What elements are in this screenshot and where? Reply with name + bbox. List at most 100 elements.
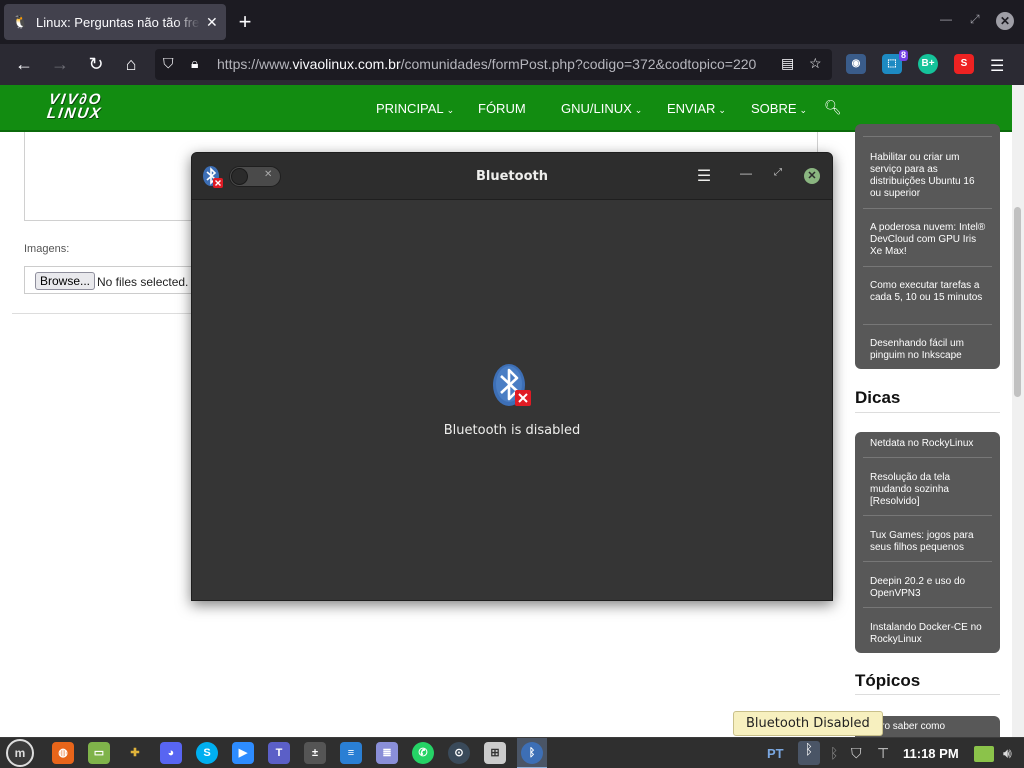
mint-menu-icon[interactable]: m	[6, 739, 34, 767]
bluetooth-app-icon[interactable]: ᛒ	[521, 742, 543, 764]
dicas-card: Netdata no RockyLinux Resolução da tela …	[855, 432, 1000, 653]
article-link[interactable]: Habilitar ou criar um serviço para as di…	[870, 152, 988, 200]
calculator-icon[interactable]: ±	[304, 742, 326, 764]
extension-s-icon[interactable]: S	[954, 54, 974, 74]
scrollbar-thumb[interactable]	[1014, 207, 1021, 397]
browser-tab-bar: 🐧 Linux: Perguntas não tão frequentes ✕ …	[0, 0, 1024, 44]
bluetooth-tray-icon[interactable]: ᛒ	[798, 741, 820, 765]
card-divider	[863, 324, 992, 325]
lock-icon[interactable]: 🔒︎	[191, 55, 198, 72]
tab-title: Linux: Perguntas não tão frequentes	[36, 14, 200, 30]
logo-line2: LINUX	[45, 105, 104, 122]
grammarly-icon[interactable]: B+	[918, 54, 938, 74]
window-title: Bluetooth	[476, 169, 548, 184]
skype-icon[interactable]: S	[196, 742, 218, 764]
url-path: /comunidades/formPost.php?codigo=372&cod…	[400, 56, 757, 72]
shield-icon[interactable]: ⛉	[163, 55, 174, 72]
maximize-icon[interactable]: ⤢	[774, 167, 782, 178]
bluetooth-secondary-tray-icon[interactable]: ᛒ	[830, 745, 838, 761]
close-button[interactable]: ✕	[804, 168, 820, 184]
file-input[interactable]: Browse... No files selected.	[24, 266, 194, 294]
taskbar: m ◍ ▭ ✚ ◕ S ▶ T ± ≡ ≣ ✆ ⊙ ⊞ ᛒ PT ᛒ ᛒ ⛉ ⊤…	[0, 737, 1024, 768]
app-grid-icon[interactable]: ⊞	[484, 742, 506, 764]
url-domain: vivaolinux.com.br	[292, 56, 401, 72]
dica-link[interactable]: Deepin 20.2 e uso do OpenVPN3	[870, 576, 988, 600]
bluetooth-window: ✕ Bluetooth ☰ — ⤢ ✕ Bluetooth is disable…	[191, 152, 833, 601]
reader-view-icon[interactable]: ▤	[781, 55, 794, 72]
shield-tray-icon[interactable]: ⛉	[851, 745, 862, 762]
nav-label: ENVIAR	[667, 101, 716, 116]
firefox-icon[interactable]: ◍	[52, 742, 74, 764]
url-bar[interactable]: ⛉ 🔒︎ https://www.vivaolinux.com.br/comun…	[155, 49, 832, 80]
teams-icon[interactable]: T	[268, 742, 290, 764]
dica-link[interactable]: Netdata no RockyLinux	[870, 438, 988, 450]
card-divider	[863, 561, 992, 562]
minimize-icon[interactable]: —	[740, 166, 752, 180]
browser-nav-bar: ← → ↻ ⌂ ⛉ 🔒︎ https://www.vivaolinux.com.…	[0, 44, 1024, 85]
card-divider	[863, 266, 992, 267]
whatsapp-icon[interactable]: ✆	[412, 742, 434, 764]
chevron-down-icon: ⌄	[799, 105, 808, 115]
article-link[interactable]: A poderosa nuvem: Intel® DevCloud com GP…	[870, 222, 988, 258]
dica-link[interactable]: Tux Games: jogos para seus filhos pequen…	[870, 530, 988, 554]
reload-button[interactable]: ↻	[84, 53, 108, 77]
nav-sobre[interactable]: SOBRE ⌄	[751, 101, 807, 116]
dica-link[interactable]: Resolução da tela mudando sozinha [Resol…	[870, 472, 988, 508]
article-link[interactable]: Desenhando fácil um pinguim no Inkscape	[870, 338, 988, 362]
tab-close-icon[interactable]: ✕	[206, 14, 218, 31]
nav-label: SOBRE	[751, 101, 797, 116]
desktop-icon[interactable]	[974, 746, 994, 762]
card-divider	[863, 457, 992, 458]
discord-icon[interactable]: ◕	[160, 742, 182, 764]
site-logo[interactable]: VIV∂O LINUX	[45, 91, 122, 122]
chevron-down-icon: ⌄	[634, 105, 643, 115]
steam-icon[interactable]: ⊙	[448, 742, 470, 764]
extension-badge-icon[interactable]: ⬚ 8	[882, 50, 908, 74]
nav-forum[interactable]: FÓRUM	[478, 101, 526, 116]
search-icon[interactable]: 🔍︎	[824, 99, 842, 116]
back-button[interactable]: ←	[12, 53, 36, 77]
new-tab-button[interactable]: +	[234, 10, 256, 34]
nav-gnu-linux[interactable]: GNU/LINUX ⌄	[561, 101, 642, 116]
bluetooth-headerbar: ✕ Bluetooth ☰ — ⤢ ✕	[192, 153, 832, 200]
nav-label: FÓRUM	[478, 101, 526, 116]
network-icon[interactable]: ⊤	[877, 745, 889, 762]
nav-label: GNU/LINUX	[561, 101, 632, 116]
tray-tooltip: Bluetooth Disabled	[733, 711, 883, 736]
article-link[interactable]: Como executar tarefas a cada 5, 10 ou 15…	[870, 280, 988, 304]
files-folder-icon[interactable]: ▭	[88, 742, 110, 764]
bookmark-star-icon[interactable]: ☆	[809, 55, 822, 72]
forward-button[interactable]: →	[48, 53, 72, 77]
nav-principal[interactable]: PRINCIPAL ⌄	[376, 101, 454, 116]
url-prefix: https://www.	[217, 56, 293, 72]
url-text[interactable]: https://www.vivaolinux.com.br/comunidade…	[217, 56, 777, 72]
window-restore-icon[interactable]: ⤢	[970, 12, 980, 27]
card-divider	[863, 515, 992, 516]
browser-tab[interactable]: 🐧 Linux: Perguntas não tão frequentes ✕	[4, 4, 226, 40]
text-editor-icon[interactable]: ≣	[376, 742, 398, 764]
no-files-text: No files selected.	[97, 275, 189, 289]
card-divider	[863, 208, 992, 209]
nav-enviar[interactable]: ENVIAR ⌄	[667, 101, 726, 116]
articles-card: Habilitar ou criar um serviço para as di…	[855, 124, 1000, 369]
window-close-button[interactable]: ✕	[996, 12, 1014, 30]
clock[interactable]: 11:18 PM	[903, 746, 959, 761]
extension-owl-icon[interactable]: ◉	[846, 54, 866, 74]
section-divider	[855, 412, 1000, 413]
window-minimize-icon[interactable]: —	[940, 12, 952, 26]
topico-link[interactable]: uero saber como	[870, 721, 988, 733]
hamburger-menu-icon[interactable]: ☰	[694, 166, 714, 186]
bluetooth-disabled-large-icon	[493, 364, 531, 406]
keyboard-layout[interactable]: PT	[767, 746, 784, 761]
writer-icon[interactable]: ≡	[340, 742, 362, 764]
dica-link[interactable]: Instalando Docker-CE no RockyLinux	[870, 622, 988, 646]
slack-icon[interactable]: ✚	[124, 742, 146, 764]
card-divider	[863, 607, 992, 608]
browse-button[interactable]: Browse...	[35, 272, 96, 290]
browser-menu-icon[interactable]: ☰	[990, 56, 1004, 76]
volume-icon[interactable]: 🔊︎	[1003, 745, 1012, 762]
tux-favicon-icon: 🐧	[12, 14, 29, 29]
zoom-icon[interactable]: ▶	[232, 742, 254, 764]
page-scrollbar[interactable]	[1012, 85, 1024, 738]
home-button[interactable]: ⌂	[119, 53, 143, 77]
